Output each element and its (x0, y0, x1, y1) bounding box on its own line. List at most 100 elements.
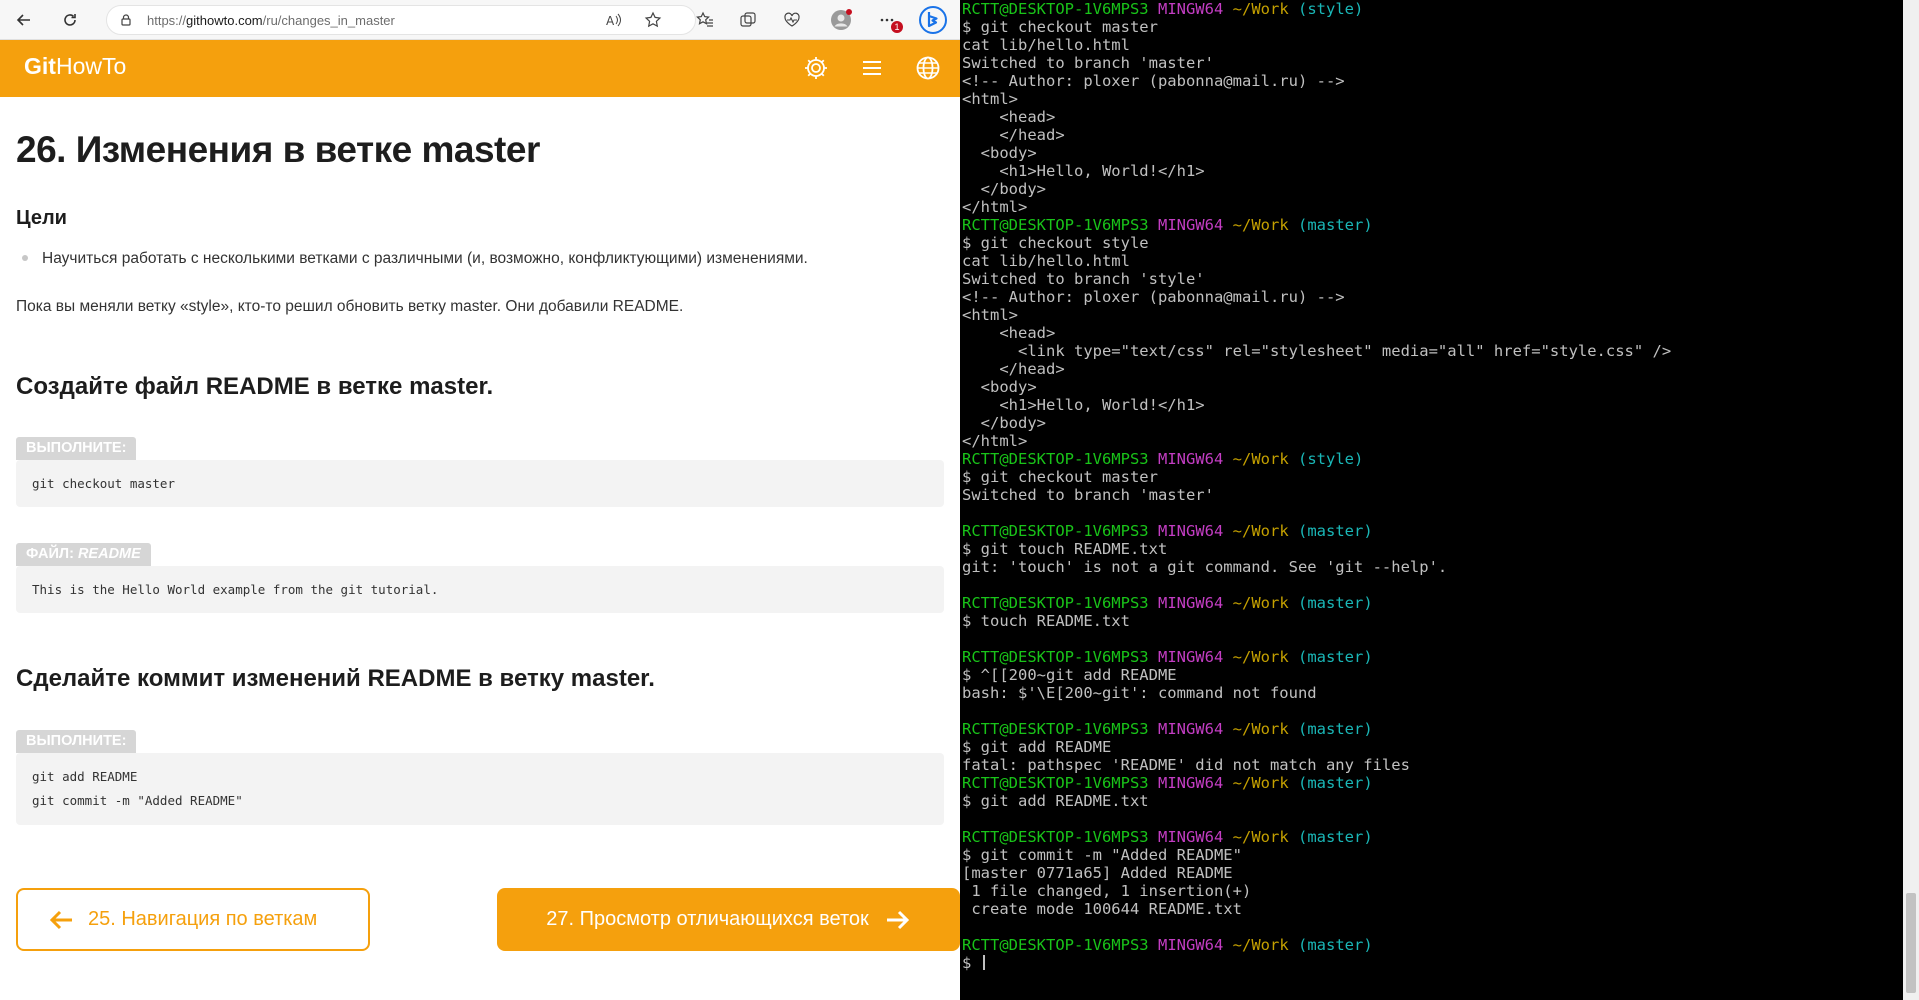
terminal-prompt-line: RCTT@DESKTOP-1V6MPS3 MINGW64 ~/Work (mas… (962, 828, 1671, 846)
refresh-button[interactable] (52, 2, 88, 38)
globe-icon[interactable] (914, 54, 942, 82)
code-block-run[interactable]: git checkout master (16, 460, 944, 507)
terminal-line-text: Switched to branch 'master' (962, 54, 1214, 72)
terminal-prompt-line: RCTT@DESKTOP-1V6MPS3 MINGW64 ~/Work (mas… (962, 774, 1671, 792)
terminal-line-text: cat lib/hello.html (962, 36, 1130, 54)
favorite-button[interactable] (638, 5, 668, 35)
url-scheme: https:// (147, 12, 187, 28)
terminal-prompt-line: RCTT@DESKTOP-1V6MPS3 MINGW64 ~/Work (mas… (962, 594, 1671, 612)
terminal-text-line: 1 file changed, 1 insertion(+) (962, 882, 1671, 900)
prev-lesson-button[interactable]: 25. Навигация по веткам (16, 888, 370, 951)
prompt-branch: (master) (1298, 594, 1373, 612)
prompt-user: RCTT@DESKTOP-1V6MPS3 (962, 0, 1149, 18)
code-block-file[interactable]: This is the Hello World example from the… (16, 566, 944, 613)
terminal-input-line: $ (962, 954, 1671, 972)
terminal-text-line: <h1>Hello, World!</h1> (962, 396, 1671, 414)
terminal-scrollbar[interactable] (1903, 0, 1919, 1000)
terminal-prompt-line: RCTT@DESKTOP-1V6MPS3 MINGW64 ~/Work (sty… (962, 450, 1671, 468)
terminal-line-text: Switched to branch 'master' (962, 486, 1214, 504)
back-button[interactable] (6, 2, 42, 38)
prompt-path: ~/Work (1232, 522, 1289, 540)
prompt-branch: (master) (1298, 936, 1373, 954)
gear-icon[interactable] (802, 54, 830, 82)
terminal-text-line: $ git add README.txt (962, 792, 1671, 810)
prompt-branch: (style) (1298, 0, 1364, 18)
terminal-line-text: <body> (962, 378, 1037, 396)
terminal-line-text: fatal: pathspec 'README' did not match a… (962, 756, 1410, 774)
terminal-text-line: $ ^[[200~git add README (962, 666, 1671, 684)
terminal-line-text: $ git add README.txt (962, 792, 1149, 810)
file-tag: ФАЙЛ: README (16, 543, 151, 566)
prompt-path: ~/Work (1232, 828, 1289, 846)
prompt-host: MINGW64 (1157, 828, 1224, 846)
terminal-text-line (962, 810, 1671, 828)
next-lesson-button[interactable]: 27. Просмотр отличающихся веток (497, 888, 960, 951)
terminal-window[interactable]: RCTT@DESKTOP-1V6MPS3 MINGW64 ~/Work (sty… (960, 0, 1919, 1000)
terminal-line-text: $ touch README.txt (962, 612, 1130, 630)
prompt-host: MINGW64 (1157, 450, 1224, 468)
terminal-line-text: <head> (962, 324, 1056, 342)
terminal-text-line (962, 702, 1671, 720)
terminal-text-line: <body> (962, 378, 1671, 396)
prompt-host: MINGW64 (1157, 216, 1224, 234)
code-block-run[interactable]: git add README git commit -m "Added READ… (16, 753, 944, 825)
terminal-prompt-line: RCTT@DESKTOP-1V6MPS3 MINGW64 ~/Work (sty… (962, 0, 1671, 18)
profile-icon (831, 9, 852, 30)
prompt-path: ~/Work (1232, 216, 1289, 234)
terminal-text-line: bash: $'\E[200~git': command not found (962, 684, 1671, 702)
terminal-line-text: git: 'touch' is not a git command. See '… (962, 558, 1448, 576)
collections-button[interactable] (733, 5, 763, 35)
terminal-line-text: <h1>Hello, World!</h1> (962, 396, 1205, 414)
lock-icon[interactable] (119, 13, 133, 27)
arrow-left-icon (49, 910, 72, 929)
terminal-line-text: $ git checkout master (962, 18, 1158, 36)
terminal-text-line: Switched to branch 'master' (962, 486, 1671, 504)
logo-bold: Git (24, 53, 56, 79)
terminal-text-line: $ git checkout master (962, 468, 1671, 486)
terminal-text-line: </head> (962, 360, 1671, 378)
code-line: git commit -m "Added README" (32, 793, 243, 808)
terminal-text-line: $ git checkout style (962, 234, 1671, 252)
terminal-text-line: fatal: pathspec 'README' did not match a… (962, 756, 1671, 774)
url-path: /ru/changes_in_master (262, 12, 395, 28)
next-lesson-label: 27. Просмотр отличающихся веток (546, 908, 869, 930)
code-line: git checkout master (32, 476, 175, 491)
terminal-line-text: <h1>Hello, World!</h1> (962, 162, 1205, 180)
terminal-text-line (962, 576, 1671, 594)
favorites-icon (696, 11, 713, 27)
terminal-line-text: create mode 100644 README.txt (962, 900, 1242, 918)
terminal-text-line: </html> (962, 432, 1671, 450)
profile-button[interactable] (826, 5, 856, 35)
terminal-line-text: </head> (962, 360, 1065, 378)
terminal-prompt-line: RCTT@DESKTOP-1V6MPS3 MINGW64 ~/Work (mas… (962, 720, 1671, 738)
refresh-icon (64, 13, 76, 26)
prompt-user: RCTT@DESKTOP-1V6MPS3 (962, 648, 1149, 666)
read-aloud-button[interactable]: A (598, 5, 628, 35)
prompt-host: MINGW64 (1157, 774, 1224, 792)
terminal-output: RCTT@DESKTOP-1V6MPS3 MINGW64 ~/Work (sty… (962, 0, 1671, 972)
run-tag: ВЫПОЛНИТЕ: (16, 437, 137, 460)
more-button[interactable]: 1 (872, 5, 903, 35)
favorites-button[interactable] (690, 5, 720, 35)
prompt-host: MINGW64 (1157, 0, 1224, 18)
terminal-text-line: cat lib/hello.html (962, 36, 1671, 54)
terminal-text-line (962, 918, 1671, 936)
prompt-host: MINGW64 (1157, 720, 1224, 738)
terminal-text-line: cat lib/hello.html (962, 252, 1671, 270)
terminal-text-line: <!-- Author: ploxer (pabonna@mail.ru) --… (962, 72, 1671, 90)
prompt-branch: (master) (1298, 648, 1373, 666)
scrollbar-thumb[interactable] (1906, 893, 1916, 993)
browser-essentials-button[interactable] (777, 5, 807, 35)
terminal-text-line: Switched to branch 'style' (962, 270, 1671, 288)
prompt-branch: (master) (1298, 216, 1373, 234)
terminal-text-line: create mode 100644 README.txt (962, 900, 1671, 918)
terminal-text-line: <head> (962, 108, 1671, 126)
svg-text:A: A (606, 14, 615, 28)
bing-copilot-button[interactable] (916, 3, 950, 37)
terminal-line-text: <!-- Author: ploxer (pabonna@mail.ru) --… (962, 288, 1345, 306)
site-logo[interactable]: GitHowTo (24, 53, 126, 80)
menu-icon[interactable] (858, 54, 886, 82)
prompt-path: ~/Work (1232, 720, 1289, 738)
terminal-text-line: </body> (962, 180, 1671, 198)
goals-heading: Цели (16, 207, 67, 229)
